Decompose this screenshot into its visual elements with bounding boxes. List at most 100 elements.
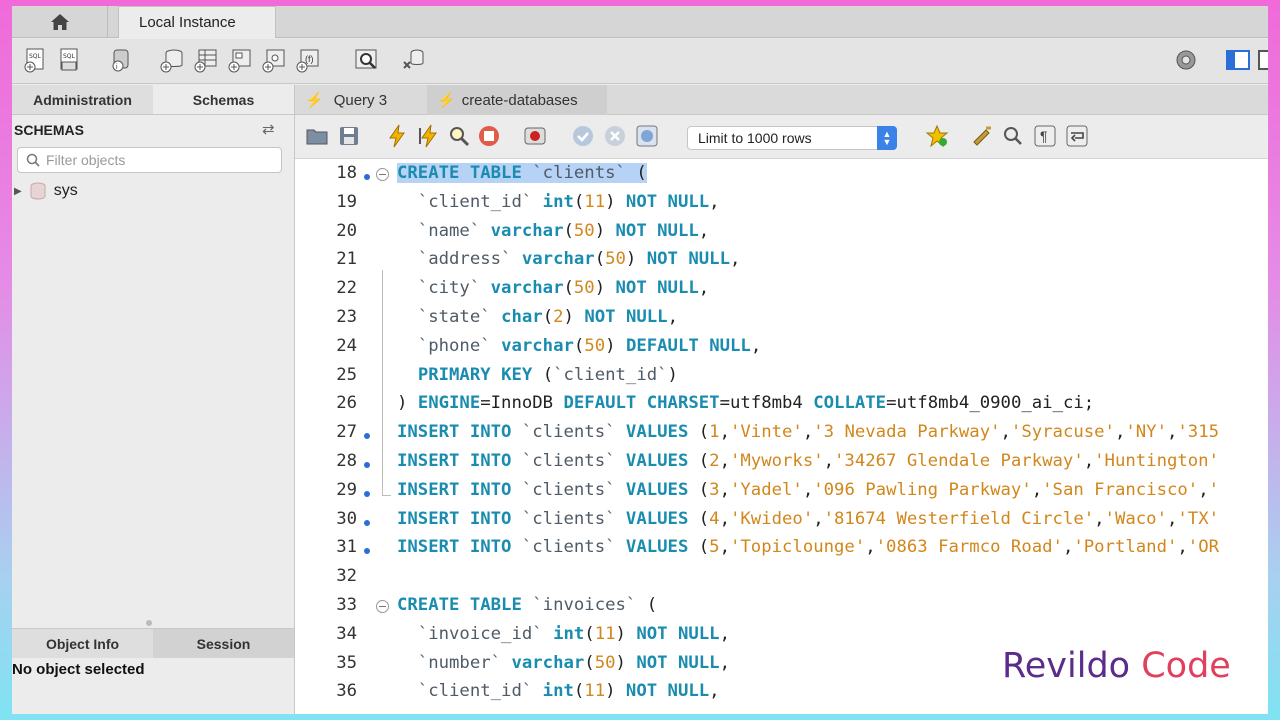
beautify-icon[interactable]: [971, 124, 995, 148]
code-text: CREATE TABLE `invoices` (: [397, 595, 658, 615]
refresh-icon[interactable]: ⇄: [262, 120, 275, 138]
tab-administration[interactable]: Administration: [12, 85, 153, 114]
query-area: ⚡ Query 3 ⚡ create-databases Limit to 10…: [294, 85, 1268, 714]
lightning-icon: ⚡: [305, 92, 324, 109]
code-line[interactable]: 33 CREATE TABLE `invoices` (: [295, 593, 1268, 621]
fold-toggle-icon[interactable]: [376, 168, 389, 181]
sidebar-tabs: Administration Schemas: [12, 85, 294, 115]
filter-objects-field[interactable]: [17, 147, 282, 173]
info-tabs: Object Info Session: [12, 628, 294, 658]
create-function-icon[interactable]: (f): [294, 46, 322, 74]
sql-editor[interactable]: 18 CREATE TABLE `clients` (19 `client_id`…: [295, 160, 1268, 714]
toggle-output-icon[interactable]: [1256, 46, 1268, 74]
code-text: INSERT INTO `clients` VALUES (3,'Yadel',…: [397, 479, 1220, 500]
statement-marker-icon: [364, 490, 370, 497]
schema-tree-item[interactable]: ▶ sys: [14, 182, 78, 200]
statement-marker-icon: [364, 462, 370, 468]
reconnect-icon[interactable]: [400, 46, 428, 74]
settings-gear-icon[interactable]: [1172, 46, 1200, 74]
connection-tab-label: Local Instance: [139, 14, 236, 31]
schemas-header: SCHEMAS: [14, 122, 85, 138]
invisible-chars-icon[interactable]: ¶: [1033, 124, 1057, 148]
code-line[interactable]: 22 `city` varchar(50) NOT NULL,: [295, 276, 1268, 304]
tab-session[interactable]: Session: [153, 629, 294, 658]
code-text: INSERT INTO `clients` VALUES (2,'Myworks…: [397, 451, 1219, 471]
dropdown-arrow-icon: ▲ ▼: [877, 126, 897, 150]
line-number: 29: [336, 479, 357, 500]
code-line[interactable]: 28 INSERT INTO `clients` VALUES (2,'Mywor…: [295, 449, 1268, 477]
code-line[interactable]: 29 INSERT INTO `clients` VALUES (3,'Yadel…: [295, 478, 1268, 506]
tab-schemas[interactable]: Schemas: [153, 85, 294, 114]
code-line[interactable]: 32: [295, 564, 1268, 592]
add-snippet-icon[interactable]: [925, 124, 949, 148]
limit-rows-value: Limit to 1000 rows: [698, 130, 812, 146]
open-sql-file-icon[interactable]: SQL: [56, 46, 84, 74]
schema-name: sys: [53, 182, 78, 199]
code-text: INSERT INTO `clients` VALUES (5,'Topiclo…: [397, 537, 1220, 558]
query-toolbar: Limit to 1000 rows ▲ ▼ ¶: [295, 115, 1268, 159]
toggle-sidebar-icon[interactable]: [1224, 46, 1252, 74]
explain-icon[interactable]: [447, 124, 471, 148]
expand-arrow-icon[interactable]: ▶: [14, 186, 22, 197]
code-line[interactable]: 31 INSERT INTO `clients` VALUES (5,'Topic…: [295, 535, 1268, 563]
create-table-icon[interactable]: [192, 46, 220, 74]
panel-resize-handle[interactable]: [12, 618, 294, 628]
line-number: 18: [336, 163, 357, 183]
fold-toggle-icon[interactable]: [376, 600, 389, 613]
code-line[interactable]: 30 INSERT INTO `clients` VALUES (4,'Kwide…: [295, 507, 1268, 535]
home-tab[interactable]: [12, 6, 108, 38]
line-number: 22: [336, 278, 357, 299]
line-number: 34: [336, 623, 357, 644]
connection-tabbar: Local Instance: [12, 6, 1268, 38]
filter-objects-input[interactable]: [46, 152, 266, 168]
connection-tab[interactable]: Local Instance: [118, 6, 276, 38]
tab-query-3[interactable]: ⚡ Query 3: [305, 85, 425, 115]
line-number: 35: [336, 652, 357, 673]
statement-marker-icon: [364, 433, 370, 440]
create-schema-icon[interactable]: [158, 46, 186, 74]
stop-icon[interactable]: [477, 124, 501, 148]
search-table-data-icon[interactable]: [352, 46, 380, 74]
create-procedure-icon[interactable]: [260, 46, 288, 74]
code-line[interactable]: 19 `client_id` int(11) NOT NULL,: [295, 190, 1268, 218]
code-text: INSERT INTO `clients` VALUES (1,'Vinte',…: [397, 422, 1220, 443]
line-number: 19: [336, 191, 357, 212]
find-icon[interactable]: [1001, 124, 1025, 148]
code-line[interactable]: 24 `phone` varchar(50) DEFAULT NULL,: [295, 334, 1268, 362]
watermark-part-1: Revildo: [1002, 646, 1131, 686]
line-number: 25: [336, 364, 357, 385]
create-view-icon[interactable]: [226, 46, 254, 74]
code-text: `name` varchar(50) NOT NULL,: [417, 220, 710, 241]
statement-marker-icon: [364, 548, 370, 555]
limit-rows-select[interactable]: Limit to 1000 rows ▲ ▼: [687, 126, 897, 150]
code-text: `address` varchar(50) NOT NULL,: [417, 249, 741, 270]
code-line[interactable]: 20 `name` varchar(50) NOT NULL,: [295, 219, 1268, 247]
code-line[interactable]: 18 CREATE TABLE `clients` (: [295, 161, 1268, 189]
execute-current-icon[interactable]: [417, 124, 441, 148]
commit-icon[interactable]: [571, 124, 595, 148]
code-line[interactable]: 23 `state` char(2) NOT NULL,: [295, 305, 1268, 333]
watermark-part-2: Code: [1141, 646, 1231, 686]
line-number: 21: [336, 249, 357, 270]
tab-object-info[interactable]: Object Info: [12, 629, 153, 658]
code-text: `city` varchar(50) NOT NULL,: [417, 278, 710, 299]
home-icon: [50, 14, 69, 30]
code-line[interactable]: 27 INSERT INTO `clients` VALUES (1,'Vinte…: [295, 420, 1268, 448]
toggle-error-icon[interactable]: [523, 124, 547, 148]
line-number: 27: [336, 422, 357, 443]
open-folder-icon[interactable]: [305, 124, 329, 148]
execute-all-icon[interactable]: [385, 124, 409, 148]
tab-create-databases[interactable]: ⚡ create-databases: [427, 85, 607, 115]
code-text: `number` varchar(50) NOT NULL,: [417, 652, 730, 673]
code-line[interactable]: 21 `address` varchar(50) NOT NULL,: [295, 247, 1268, 275]
line-number: 23: [336, 307, 357, 327]
rollback-icon[interactable]: [603, 124, 627, 148]
code-line[interactable]: 25 PRIMARY KEY (`client_id`): [295, 363, 1268, 391]
word-wrap-icon[interactable]: [1065, 124, 1089, 148]
new-sql-tab-icon[interactable]: SQL: [22, 46, 50, 74]
inspector-icon[interactable]: i: [108, 46, 136, 74]
code-text: `client_id` int(11) NOT NULL,: [417, 681, 720, 702]
autocommit-icon[interactable]: [635, 124, 659, 148]
code-line[interactable]: 26) ENGINE=InnoDB DEFAULT CHARSET=utf8mb…: [295, 391, 1268, 419]
save-icon[interactable]: [337, 124, 361, 148]
